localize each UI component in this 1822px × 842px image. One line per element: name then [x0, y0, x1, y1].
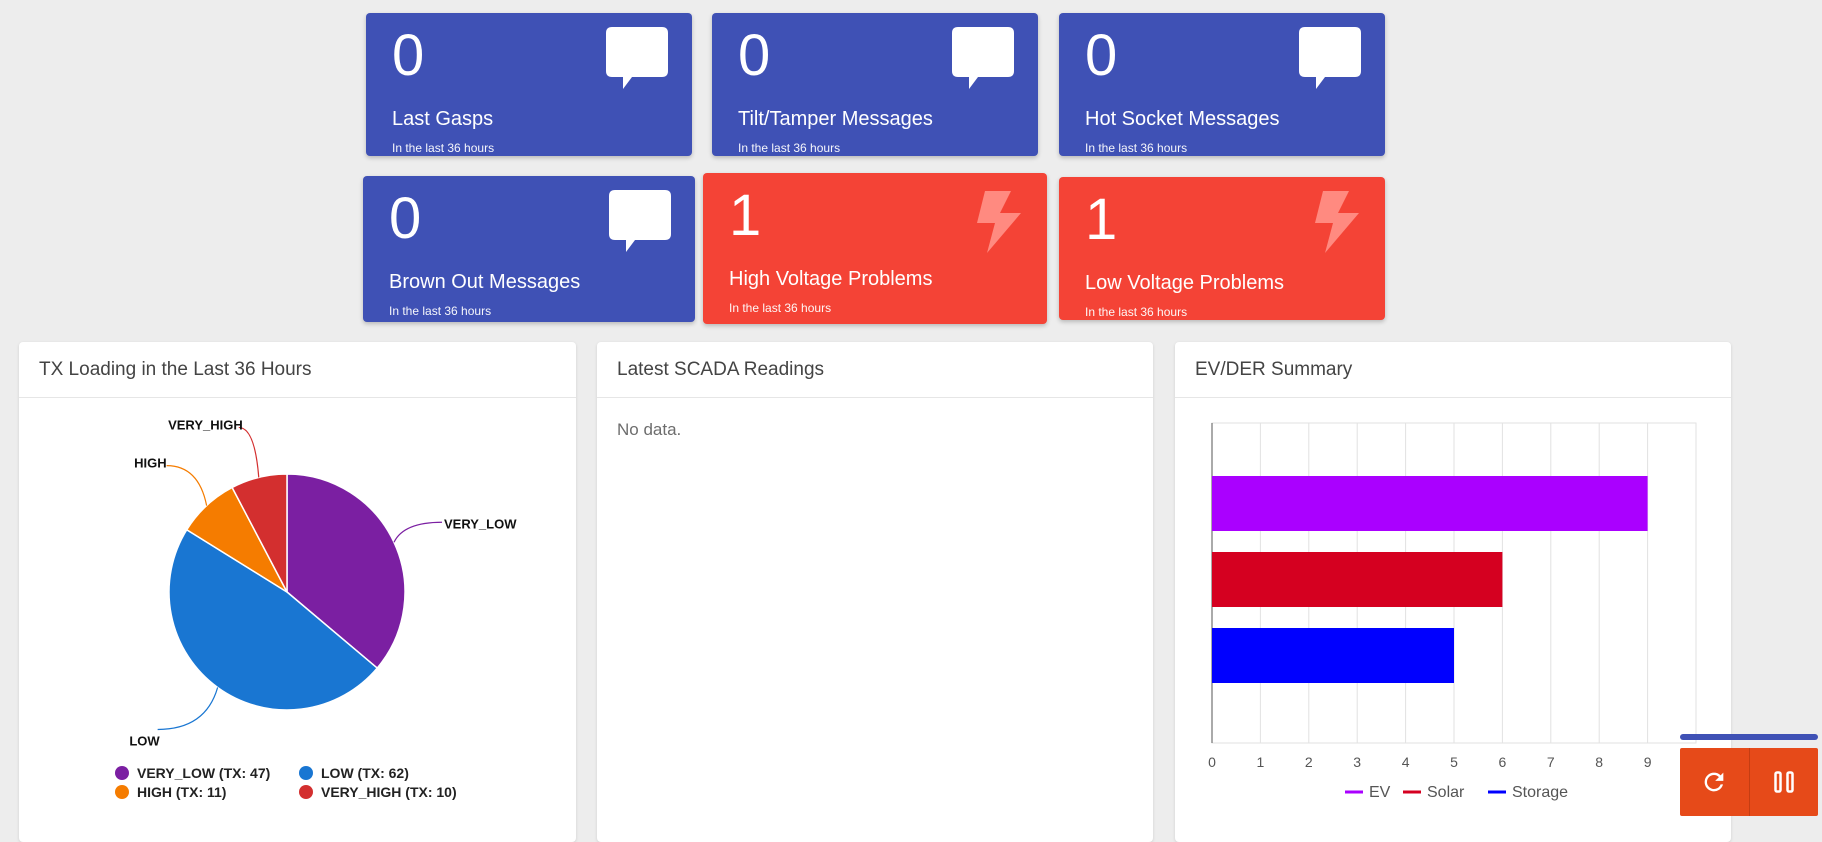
- x-tick-label: 7: [1547, 754, 1555, 770]
- panel-title: TX Loading in the Last 36 Hours: [19, 342, 576, 398]
- card-title: Brown Out Messages: [389, 271, 581, 293]
- legend-label-high: HIGH (TX: 11): [137, 784, 226, 800]
- pie-label-low: LOW: [129, 733, 160, 748]
- refresh-button[interactable]: [1680, 748, 1749, 816]
- message-icon: [952, 27, 1014, 94]
- legend-label-very-high: VERY_HIGH (TX: 10): [321, 784, 457, 800]
- x-tick-label: 1: [1257, 754, 1265, 770]
- x-tick-label: 5: [1450, 754, 1458, 770]
- pause-icon: [1774, 771, 1794, 793]
- x-tick-label: 2: [1305, 754, 1313, 770]
- card-low-voltage[interactable]: 1 Low Voltage Problems In the last 36 ho…: [1059, 177, 1385, 320]
- card-tilt-tamper[interactable]: 0 Tilt/Tamper Messages In the last 36 ho…: [712, 13, 1038, 156]
- card-subtitle: In the last 36 hours: [389, 304, 492, 318]
- card-title: Low Voltage Problems: [1085, 272, 1285, 294]
- card-subtitle: In the last 36 hours: [1085, 141, 1188, 155]
- tx-loading-pie-chart: VERY_LOW LOW HIGH VERY_HIGH VERY_LOW (TX: 47…: [115, 417, 517, 800]
- tx-loading-panel: TX Loading in the Last 36 Hours VERY_LOW…: [19, 342, 576, 842]
- x-tick-label: 8: [1595, 754, 1603, 770]
- legend-dot-low: [299, 766, 313, 780]
- legend-label-solar: Solar: [1427, 784, 1465, 801]
- card-subtitle: In the last 36 hours: [738, 141, 841, 155]
- card-title: High Voltage Problems: [729, 268, 933, 290]
- card-count: 1: [1085, 187, 1118, 252]
- ev-der-panel: EV/DER Summary 0 1 2 3 4 5 6 7 8 9 EV Solar Storage: [1175, 342, 1731, 842]
- scada-panel: Latest SCADA Readings No data.: [597, 342, 1153, 842]
- panel-title: Latest SCADA Readings: [597, 342, 1153, 398]
- lightning-icon: [1311, 191, 1361, 258]
- pause-button[interactable]: [1750, 748, 1818, 816]
- card-count: 0: [392, 23, 425, 88]
- x-tick-label: 9: [1644, 754, 1652, 770]
- pie-leader-high: [166, 464, 208, 506]
- legend-label-ev: EV: [1369, 784, 1391, 801]
- card-title: Last Gasps: [392, 108, 494, 130]
- card-brown-out[interactable]: 0 Brown Out Messages In the last 36 hour…: [363, 176, 695, 322]
- legend-label-storage: Storage: [1512, 784, 1568, 801]
- card-hot-socket[interactable]: 0 Hot Socket Messages In the last 36 hou…: [1059, 13, 1385, 156]
- card-count: 0: [1085, 23, 1118, 88]
- no-data-text: No data.: [617, 420, 682, 439]
- pie-label-very-high: VERY_HIGH: [168, 417, 243, 432]
- message-icon: [1299, 27, 1361, 94]
- bar-storage: [1212, 628, 1454, 683]
- message-icon: [609, 190, 671, 257]
- bar-solar: [1212, 552, 1503, 607]
- card-count: 0: [738, 23, 771, 88]
- refresh-controls: [1680, 748, 1818, 816]
- legend-dot-high: [115, 785, 129, 799]
- x-tick-label: 4: [1402, 754, 1410, 770]
- panel-title: EV/DER Summary: [1175, 342, 1731, 398]
- lightning-icon: [973, 191, 1023, 258]
- auto-refresh-progress: [1680, 734, 1818, 740]
- card-count: 0: [389, 186, 422, 251]
- card-high-voltage[interactable]: 1 High Voltage Problems In the last 36 h…: [703, 173, 1047, 324]
- card-title: Tilt/Tamper Messages: [738, 108, 933, 130]
- legend-dot-very-low: [115, 766, 129, 780]
- pie-label-very-low: VERY_LOW: [444, 516, 517, 531]
- legend-label-very-low: VERY_LOW (TX: 47): [137, 765, 270, 781]
- bar-ev: [1212, 476, 1648, 531]
- card-title: Hot Socket Messages: [1085, 108, 1280, 130]
- x-tick-label: 3: [1353, 754, 1361, 770]
- card-subtitle: In the last 36 hours: [392, 141, 495, 155]
- pie-leader-very-low: [393, 521, 443, 543]
- message-icon: [606, 27, 668, 94]
- x-tick-label: 6: [1499, 754, 1507, 770]
- pie-label-high: HIGH: [134, 456, 167, 471]
- pie-leader-very-high: [238, 426, 260, 478]
- card-count: 1: [729, 183, 762, 248]
- legend-dot-very-high: [299, 785, 313, 799]
- refresh-icon: [1704, 772, 1724, 792]
- ev-der-bar-chart: 0 1 2 3 4 5 6 7 8 9 EV Solar Storage: [1208, 422, 1697, 801]
- x-tick-label: 0: [1208, 754, 1216, 770]
- card-subtitle: In the last 36 hours: [1085, 305, 1188, 319]
- legend-label-low: LOW (TX: 62): [321, 765, 409, 781]
- card-last-gasps[interactable]: 0 Last Gasps In the last 36 hours: [366, 13, 692, 156]
- card-subtitle: In the last 36 hours: [729, 301, 832, 315]
- pie-leader-low: [157, 687, 219, 731]
